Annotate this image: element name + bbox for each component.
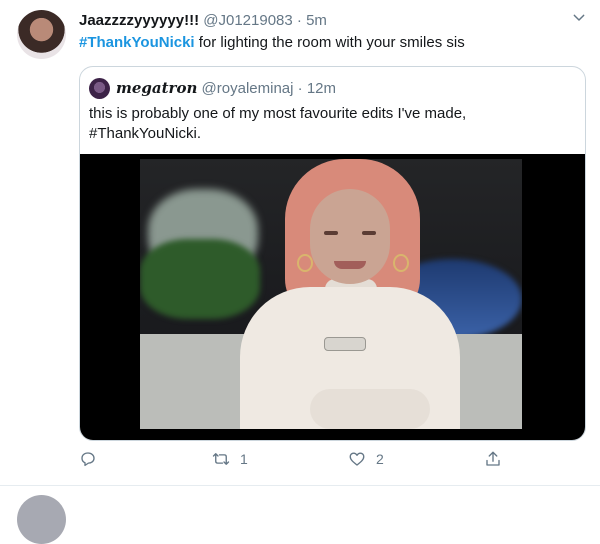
like-count: 2 [376, 451, 384, 467]
handle[interactable]: @J01219083 [203, 12, 292, 29]
tweet-text-body: for lighting the room with your smiles s… [194, 34, 465, 51]
next-tweet-avatar[interactable] [17, 495, 66, 544]
hashtag-link[interactable]: #ThankYouNicki [79, 34, 195, 51]
quoted-text-line-2: #ThankYouNicki. [89, 125, 202, 142]
tweet[interactable]: Jaazzzzyyyyyy!!! @J01219083 · 5m #ThankY… [0, 0, 600, 544]
person-face [310, 189, 390, 284]
video-media[interactable] [80, 154, 585, 440]
tweet-text: #ThankYouNicki for lighting the room wit… [79, 33, 465, 53]
quoted-text-line-1: this is probably one of my most favourit… [89, 105, 467, 122]
tweet-header: Jaazzzzyyyyyy!!! @J01219083 · 5m [79, 12, 327, 30]
retweet-icon [212, 453, 230, 465]
quoted-tweet[interactable]: megatron @royaleminaj · 12m this is prob… [79, 66, 586, 441]
chevron-down-icon[interactable] [571, 10, 587, 26]
person-smile [334, 261, 366, 269]
avatar[interactable] [17, 10, 66, 59]
timestamp[interactable]: 5m [306, 12, 327, 29]
earring-right [393, 254, 409, 272]
share-button[interactable] [484, 449, 502, 469]
retweet-count: 1 [240, 451, 248, 467]
quoted-display-name: megatron [116, 79, 198, 97]
quoted-timestamp: 12m [306, 80, 337, 97]
action-bar: 1 2 [79, 449, 584, 469]
retweet-button[interactable]: 1 [212, 449, 248, 469]
quoted-handle: @royaleminaj [201, 80, 294, 97]
person-arms [310, 389, 430, 429]
person-eye-left [324, 231, 338, 235]
earring-left [297, 254, 313, 272]
video-frame [140, 159, 522, 429]
like-icon [349, 452, 365, 466]
reply-icon [81, 452, 95, 467]
tweet-divider [0, 485, 600, 486]
background-plant [140, 239, 260, 319]
quoted-separator: · [297, 80, 303, 97]
quoted-text: this is probably one of my most favourit… [89, 104, 574, 144]
person-eye-right [362, 231, 376, 235]
quoted-header: megatron @royaleminaj · 12m [116, 79, 336, 98]
separator: · [296, 12, 302, 29]
like-button[interactable]: 2 [348, 449, 384, 469]
name-necklace [324, 337, 366, 351]
quoted-avatar [89, 78, 110, 99]
display-name[interactable]: Jaazzzzyyyyyy!!! [79, 12, 199, 29]
share-icon [486, 451, 500, 466]
reply-button[interactable] [79, 449, 107, 469]
